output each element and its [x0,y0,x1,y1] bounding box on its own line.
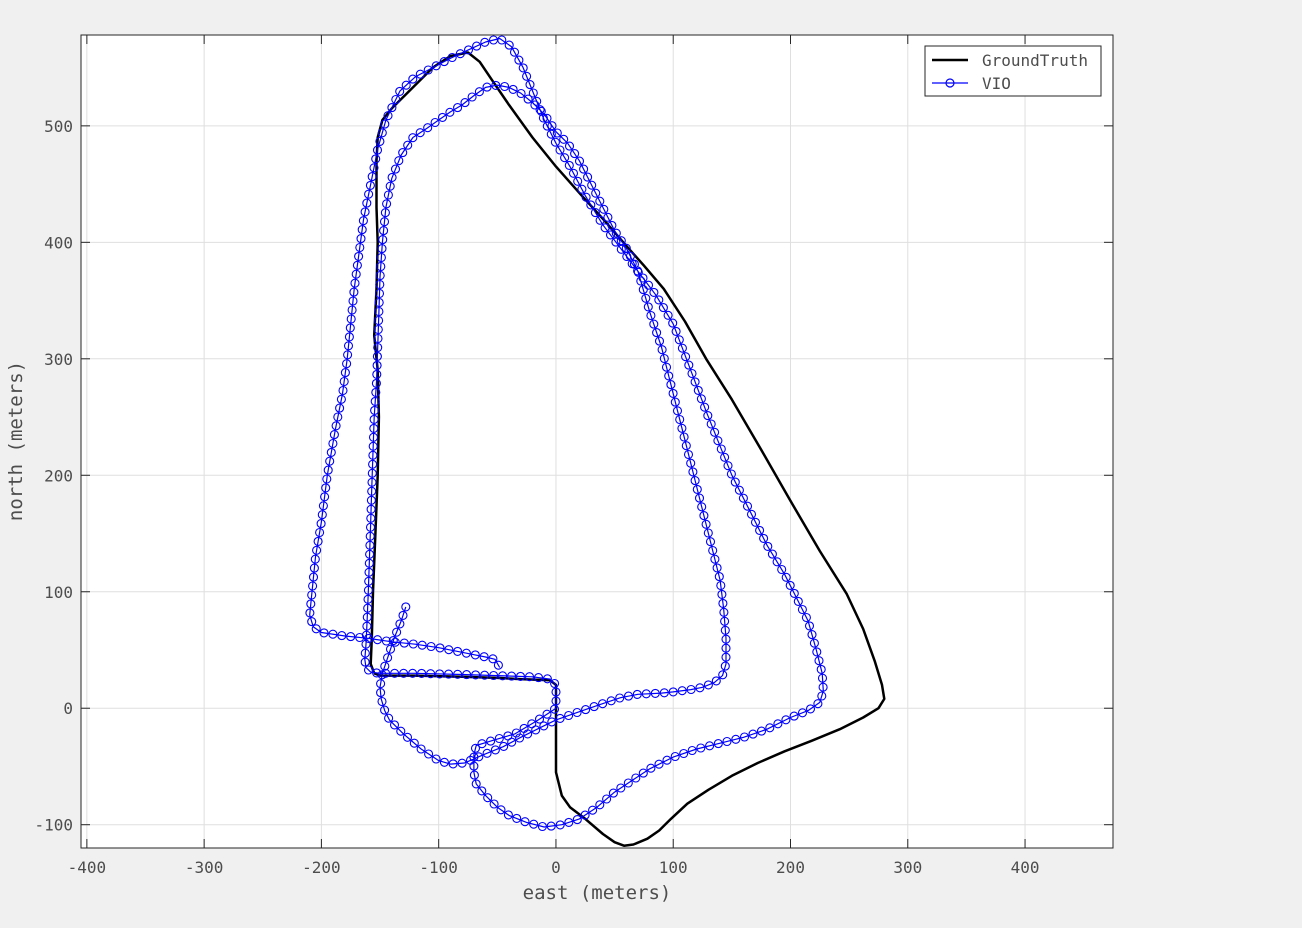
plot-area [81,35,1113,848]
y-tick-label: 300 [44,350,73,369]
figure-window: -400 -300 -200 -100 0 100 200 300 400 -100 0 100 200… [0,0,1302,924]
x-tick-label: 100 [659,858,688,877]
y-tick-label: 500 [44,117,73,136]
x-tick-label: 400 [1011,858,1040,877]
y-axis-label: north (meters) [5,361,27,521]
legend-label-vio: VIO [982,74,1011,93]
y-tick-label: 100 [44,583,73,602]
x-tick-label: -400 [68,858,107,877]
y-tick-label: 400 [44,233,73,252]
x-tick-label: -300 [185,858,224,877]
trajectory-chart: -400 -300 -200 -100 0 100 200 300 400 -100 0 100 200… [5,34,1114,904]
y-tick-label: -100 [34,816,73,835]
y-tick-label: 0 [63,699,73,718]
x-tick-label: 300 [893,858,922,877]
x-axis-label: east (meters) [523,882,672,904]
x-tick-label: -100 [419,858,458,877]
x-tick-label: -200 [302,858,341,877]
x-tick-label: 200 [776,858,805,877]
legend-label-groundtruth: GroundTruth [982,51,1088,70]
x-tick-label: 0 [551,858,561,877]
legend: GroundTruth VIO [924,45,1102,97]
y-tick-label: 200 [44,466,73,485]
